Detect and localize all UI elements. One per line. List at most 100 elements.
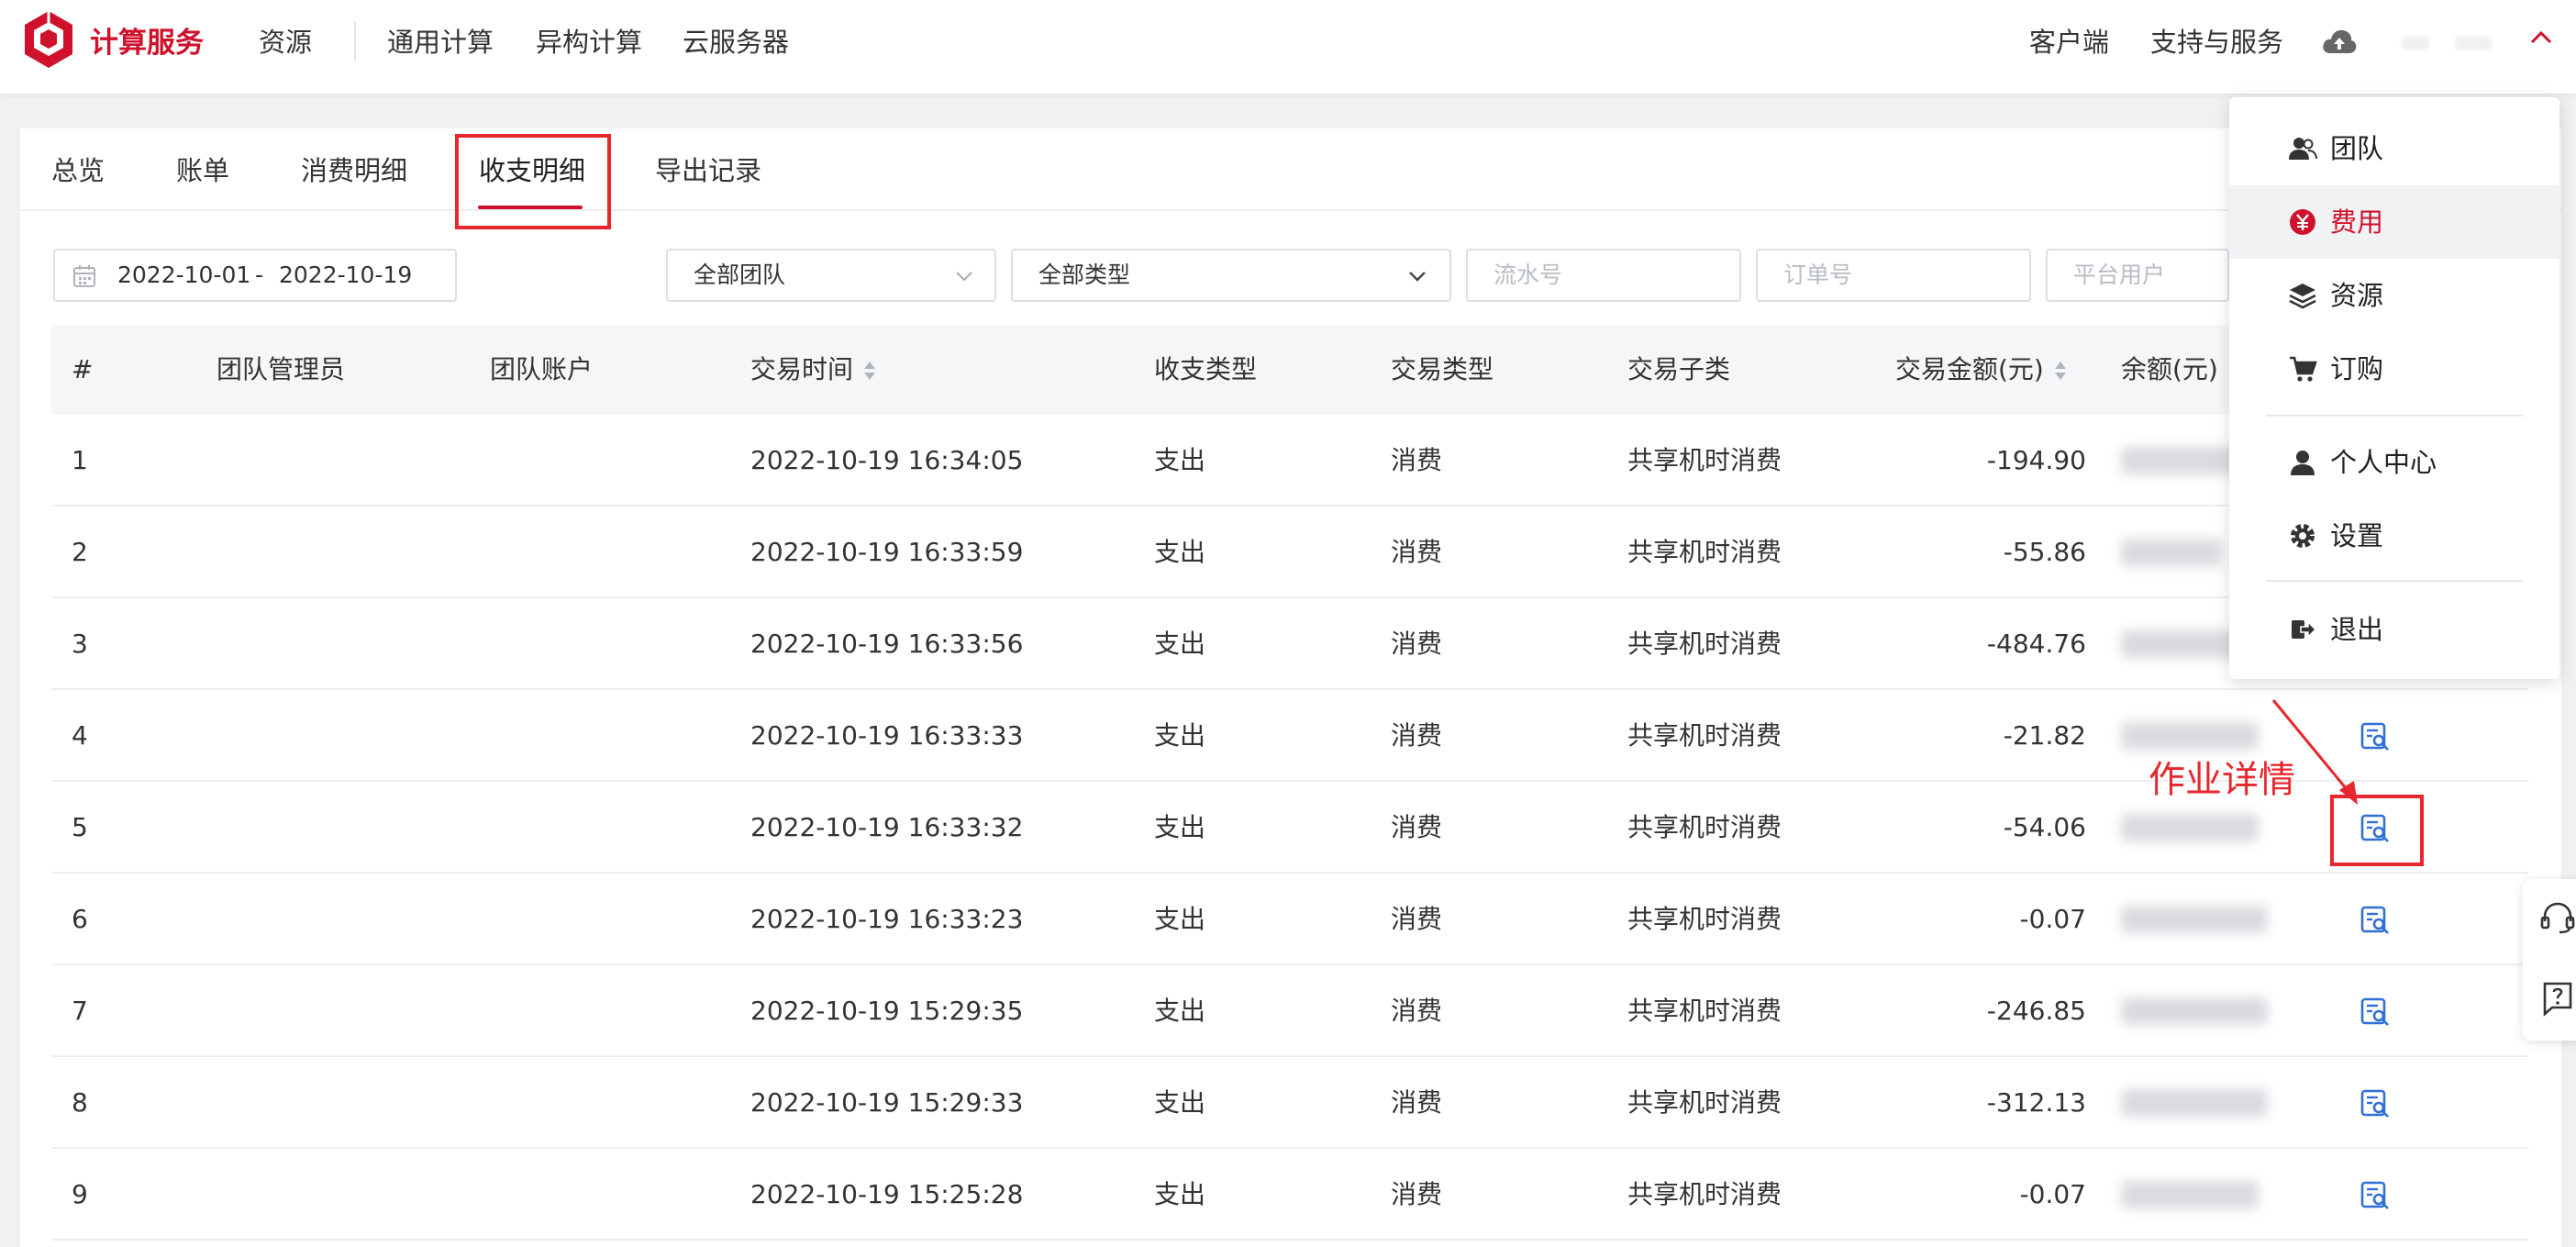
cell-index: 5 [72,812,88,842]
cloud-upload-icon[interactable] [2321,26,2358,57]
cell-sub-type: 共享机时消费 [1627,996,1782,1026]
sort-icon[interactable] [2053,360,2068,382]
date-separator: - [255,262,264,288]
headset-icon[interactable] [2539,899,2576,936]
menu-separator [2266,580,2523,582]
menu-item-profile[interactable]: 个人中心 [2229,426,2559,499]
type-select[interactable]: 全部类型 [1011,249,1451,302]
cell-sub-type: 共享机时消费 [1627,904,1782,934]
brand-logo[interactable]: 计算服务 [22,9,204,70]
cell-trade-type: 消费 [1391,1087,1443,1118]
cart-icon [2290,356,2317,382]
menu-separator [2266,415,2523,417]
top-navbar: 计算服务 资源 通用计算 异构计算 云服务器 客户端 支持与服务 [0,0,2576,94]
cell-io-type: 支出 [1154,629,1206,659]
cell-io-type: 支出 [1154,537,1206,567]
menu-label-settings: 设置 [2330,520,2384,551]
cell-amount: -246.85 [1986,996,2086,1026]
menu-item-resources[interactable]: 资源 [2229,259,2559,332]
row-divider [51,1055,2528,1057]
date-start[interactable]: 2022-10-01 [117,260,250,291]
row-divider [51,872,2528,874]
username-blurred[interactable] [2455,37,2492,50]
date-end[interactable]: 2022-10-19 [279,260,412,291]
nav-general-compute[interactable]: 通用计算 [387,24,494,61]
tab-bills[interactable]: 账单 [176,152,229,189]
tab-overview[interactable]: 总览 [51,152,105,189]
cell-trade-time: 2022-10-19 15:29:33 [750,1087,1024,1118]
col-trade-time[interactable]: 交易时间 [750,352,877,387]
chevron-down-icon [1409,272,1426,282]
cell-index: 7 [72,996,88,1026]
tabs-divider [20,209,2561,211]
chevron-down-icon [956,272,972,282]
col-amount[interactable]: 交易金额(元) [1895,352,2068,387]
serial-number-input[interactable]: 流水号 [1466,249,1741,302]
cell-balance-blurred [2121,1181,2259,1208]
sort-icon[interactable] [862,360,877,382]
cell-trade-type: 消费 [1391,720,1443,751]
nav-divider [354,22,356,61]
tab-consumption-detail[interactable]: 消费明细 [301,152,407,189]
cell-sub-type: 共享机时消费 [1627,1087,1782,1118]
tab-highlight-box [455,134,611,229]
cell-amount: -0.07 [2019,904,2086,934]
menu-item-settings[interactable]: 设置 [2229,499,2559,573]
cell-sub-type: 共享机时消费 [1627,812,1782,842]
cube-logo-icon [25,11,72,68]
job-detail-icon[interactable] [2359,996,2391,1028]
row-divider [51,505,2528,507]
menu-label-logout: 退出 [2330,614,2384,645]
cell-sub-type: 共享机时消费 [1627,1179,1782,1209]
menu-item-team[interactable]: 团队 [2229,112,2559,185]
platform-user-input[interactable]: 平台用户 [2046,249,2229,302]
tab-export-records[interactable]: 导出记录 [655,152,761,189]
user-icon [2291,451,2315,475]
cell-trade-time: 2022-10-19 16:33:32 [750,812,1024,842]
job-detail-icon[interactable] [2359,1088,2391,1119]
cell-index: 9 [72,1179,88,1209]
col-sub-type: 交易子类 [1627,354,1731,384]
row-divider [51,596,2528,598]
floating-toolbar [2523,879,2576,1041]
col-trade-type: 交易类型 [1391,354,1494,384]
menu-item-cost[interactable]: 费用 [2229,185,2559,259]
cell-amount: -194.90 [1986,445,2086,475]
menu-item-order[interactable]: 订购 [2229,332,2559,406]
menu-label-cost: 费用 [2330,206,2384,238]
help-icon[interactable] [2539,980,2576,1017]
menu-label-team: 团队 [2330,133,2384,164]
job-detail-icon[interactable] [2359,1180,2391,1211]
cell-index: 4 [72,720,88,751]
cell-amount: -312.13 [1986,1087,2086,1118]
layers-icon [2289,284,2316,309]
job-detail-icon[interactable] [2359,905,2391,936]
nav-cloud-server[interactable]: 云服务器 [683,24,789,61]
nav-resources[interactable]: 资源 [259,24,312,61]
menu-item-logout[interactable]: 退出 [2229,593,2559,666]
order-number-input[interactable]: 订单号 [1756,249,2031,302]
cell-balance-blurred [2121,997,2268,1025]
menu-label-order: 订购 [2330,353,2384,384]
chevron-up-icon[interactable] [2528,28,2554,46]
username-blurred[interactable] [2402,37,2429,50]
cell-io-type: 支出 [1154,1179,1206,1209]
cell-io-type: 支出 [1154,1087,1206,1118]
nav-support[interactable]: 支持与服务 [2150,24,2283,61]
nav-client[interactable]: 客户端 [2029,24,2109,61]
cell-trade-time: 2022-10-19 15:29:35 [750,996,1024,1026]
col-io-type: 收支类型 [1154,354,1258,384]
row-divider [51,688,2528,690]
cell-trade-type: 消费 [1391,537,1443,567]
nav-hetero-compute[interactable]: 异构计算 [536,24,642,61]
team-select[interactable]: 全部团队 [666,249,996,302]
cell-balance-blurred [2121,906,2268,933]
col-balance: 余额(元) [2121,354,2218,384]
cell-trade-type: 消费 [1391,904,1443,934]
cell-trade-time: 2022-10-19 16:33:33 [750,720,1024,751]
yuan-icon [2290,209,2315,235]
cell-trade-time: 2022-10-19 16:33:23 [750,904,1024,934]
annotation-label: 作业详情 [2149,759,2295,801]
cell-amount: -54.06 [2003,812,2086,842]
menu-label-resources: 资源 [2330,280,2384,311]
